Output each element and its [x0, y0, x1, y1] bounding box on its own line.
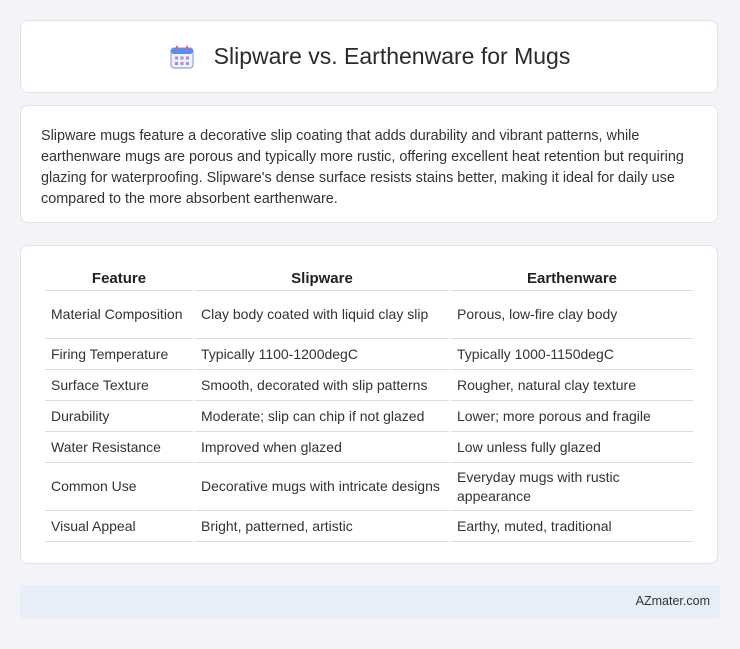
table-row: Durability Moderate; slip can chip if no…: [45, 401, 693, 432]
table-cell: Lower; more porous and fragile: [451, 401, 693, 432]
comparison-table: Feature Slipware Earthenware Material Co…: [43, 266, 695, 542]
table-cell: Decorative mugs with intricate designs: [195, 463, 449, 511]
table-cell: Common Use: [45, 463, 193, 511]
table-cell: Surface Texture: [45, 370, 193, 401]
title-card: Slipware vs. Earthenware for Mugs: [20, 20, 718, 93]
table-cell: Typically 1100-1200degC: [195, 339, 449, 370]
table-cell: Visual Appeal: [45, 511, 193, 542]
table-cell: Water Resistance: [45, 432, 193, 463]
table-cell: Clay body coated with liquid clay slip: [195, 291, 449, 339]
table-cell: Firing Temperature: [45, 339, 193, 370]
table-cell: Earthy, muted, traditional: [451, 511, 693, 542]
table-row: Surface Texture Smooth, decorated with s…: [45, 370, 693, 401]
summary-text: Slipware mugs feature a decorative slip …: [41, 128, 684, 207]
column-header-earthenware: Earthenware: [451, 266, 693, 291]
column-header-slipware: Slipware: [195, 266, 449, 291]
comparison-card: Feature Slipware Earthenware Material Co…: [20, 245, 718, 564]
table-cell: Rougher, natural clay texture: [451, 370, 693, 401]
table-header-row: Feature Slipware Earthenware: [45, 266, 693, 291]
calendar-icon: [168, 43, 196, 71]
table-row: Common Use Decorative mugs with intricat…: [45, 463, 693, 511]
table-cell: Bright, patterned, artistic: [195, 511, 449, 542]
table-cell: Smooth, decorated with slip patterns: [195, 370, 449, 401]
table-cell: Material Composition: [45, 291, 193, 339]
table-cell: Porous, low-fire clay body: [451, 291, 693, 339]
table-cell: Moderate; slip can chip if not glazed: [195, 401, 449, 432]
table-cell: Low unless fully glazed: [451, 432, 693, 463]
table-row: Firing Temperature Typically 1100-1200de…: [45, 339, 693, 370]
footer-brand-link[interactable]: AZmater.com: [636, 594, 710, 608]
summary-card: Slipware mugs feature a decorative slip …: [20, 105, 718, 223]
table-cell: Durability: [45, 401, 193, 432]
footer: AZmater.com: [20, 585, 720, 618]
table-cell: Improved when glazed: [195, 432, 449, 463]
table-row: Material Composition Clay body coated wi…: [45, 291, 693, 339]
table-cell: Everyday mugs with rustic appearance: [451, 463, 693, 511]
column-header-feature: Feature: [45, 266, 193, 291]
page-title: Slipware vs. Earthenware for Mugs: [213, 43, 571, 69]
table-cell: Typically 1000-1150degC: [451, 339, 693, 370]
table-row: Visual Appeal Bright, patterned, artisti…: [45, 511, 693, 542]
table-row: Water Resistance Improved when glazed Lo…: [45, 432, 693, 463]
